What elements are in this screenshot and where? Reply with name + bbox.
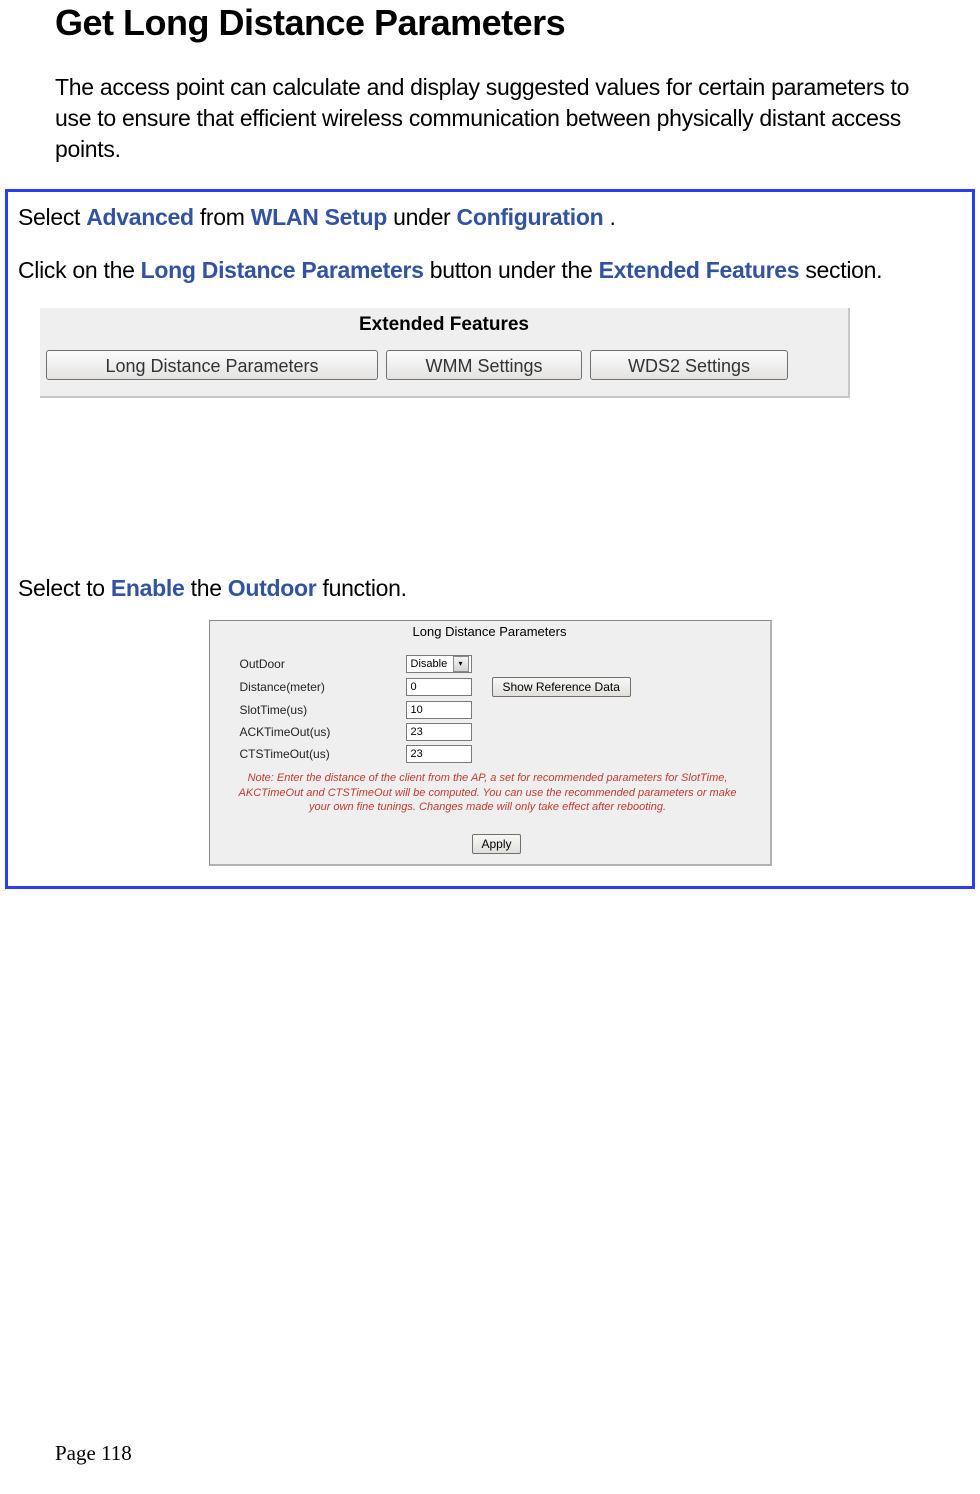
intro-paragraph: The access point can calculate and displ…: [55, 72, 925, 165]
row-distance: Distance(meter) Show Reference Data: [240, 677, 754, 697]
ldp-note: Note: Enter the distance of the client f…: [230, 771, 746, 814]
extended-features-panel: Extended Features Long Distance Paramete…: [40, 308, 850, 398]
term-advanced: Advanced: [86, 204, 194, 230]
step-3: Select to Enable the Outdoor function.: [18, 573, 962, 604]
term-configuration: Configuration: [457, 204, 604, 230]
text: the: [191, 575, 228, 601]
wds2-settings-button[interactable]: WDS2 Settings: [590, 350, 788, 380]
text: button under the: [430, 257, 599, 283]
text: .: [609, 204, 615, 230]
long-distance-parameters-button[interactable]: Long Distance Parameters: [46, 350, 378, 380]
apply-row: Apply: [240, 834, 754, 854]
extended-features-title: Extended Features: [40, 308, 848, 346]
row-outdoor: OutDoor Disable ▾: [240, 655, 754, 673]
ldp-panel-title: Long Distance Parameters: [210, 621, 770, 647]
distance-input[interactable]: [406, 678, 472, 696]
extended-features-buttons: Long Distance Parameters WMM Settings WD…: [40, 346, 848, 390]
step-1: Select Advanced from WLAN Setup under Co…: [18, 202, 962, 233]
page-number: Page 118: [55, 1441, 132, 1466]
term-extended-features: Extended Features: [599, 257, 800, 283]
instruction-box: Select Advanced from WLAN Setup under Co…: [5, 189, 975, 889]
row-slottime: SlotTime(us): [240, 701, 754, 719]
term-enable: Enable: [111, 575, 185, 601]
row-ctstimeout: CTSTimeOut(us): [240, 745, 754, 763]
ctstimeout-input[interactable]: [406, 745, 472, 763]
text: Select to: [18, 575, 111, 601]
term-wlan-setup: WLAN Setup: [251, 204, 387, 230]
outdoor-select-value: Disable: [411, 658, 448, 670]
text: function.: [322, 575, 406, 601]
text: Select: [18, 204, 86, 230]
text: Click on the: [18, 257, 141, 283]
slottime-input[interactable]: [406, 701, 472, 719]
wmm-settings-button[interactable]: WMM Settings: [386, 350, 582, 380]
label-distance: Distance(meter): [240, 680, 406, 694]
row-acktimeout: ACKTimeOut(us): [240, 723, 754, 741]
text: section.: [805, 257, 882, 283]
label-ctstimeout: CTSTimeOut(us): [240, 747, 406, 761]
term-outdoor: Outdoor: [228, 575, 317, 601]
term-ldp: Long Distance Parameters: [141, 257, 424, 283]
page-title: Get Long Distance Parameters: [55, 0, 925, 44]
chevron-down-icon: ▾: [453, 656, 469, 672]
apply-button[interactable]: Apply: [472, 834, 520, 854]
text: from: [200, 204, 251, 230]
ldp-panel: Long Distance Parameters OutDoor Disable…: [209, 620, 772, 866]
label-slottime: SlotTime(us): [240, 703, 406, 717]
show-reference-data-button[interactable]: Show Reference Data: [492, 677, 631, 697]
acktimeout-input[interactable]: [406, 723, 472, 741]
outdoor-select[interactable]: Disable ▾: [406, 655, 472, 673]
label-outdoor: OutDoor: [240, 657, 406, 671]
step-2: Click on the Long Distance Parameters bu…: [18, 255, 962, 286]
label-acktimeout: ACKTimeOut(us): [240, 725, 406, 739]
text: under: [393, 204, 456, 230]
